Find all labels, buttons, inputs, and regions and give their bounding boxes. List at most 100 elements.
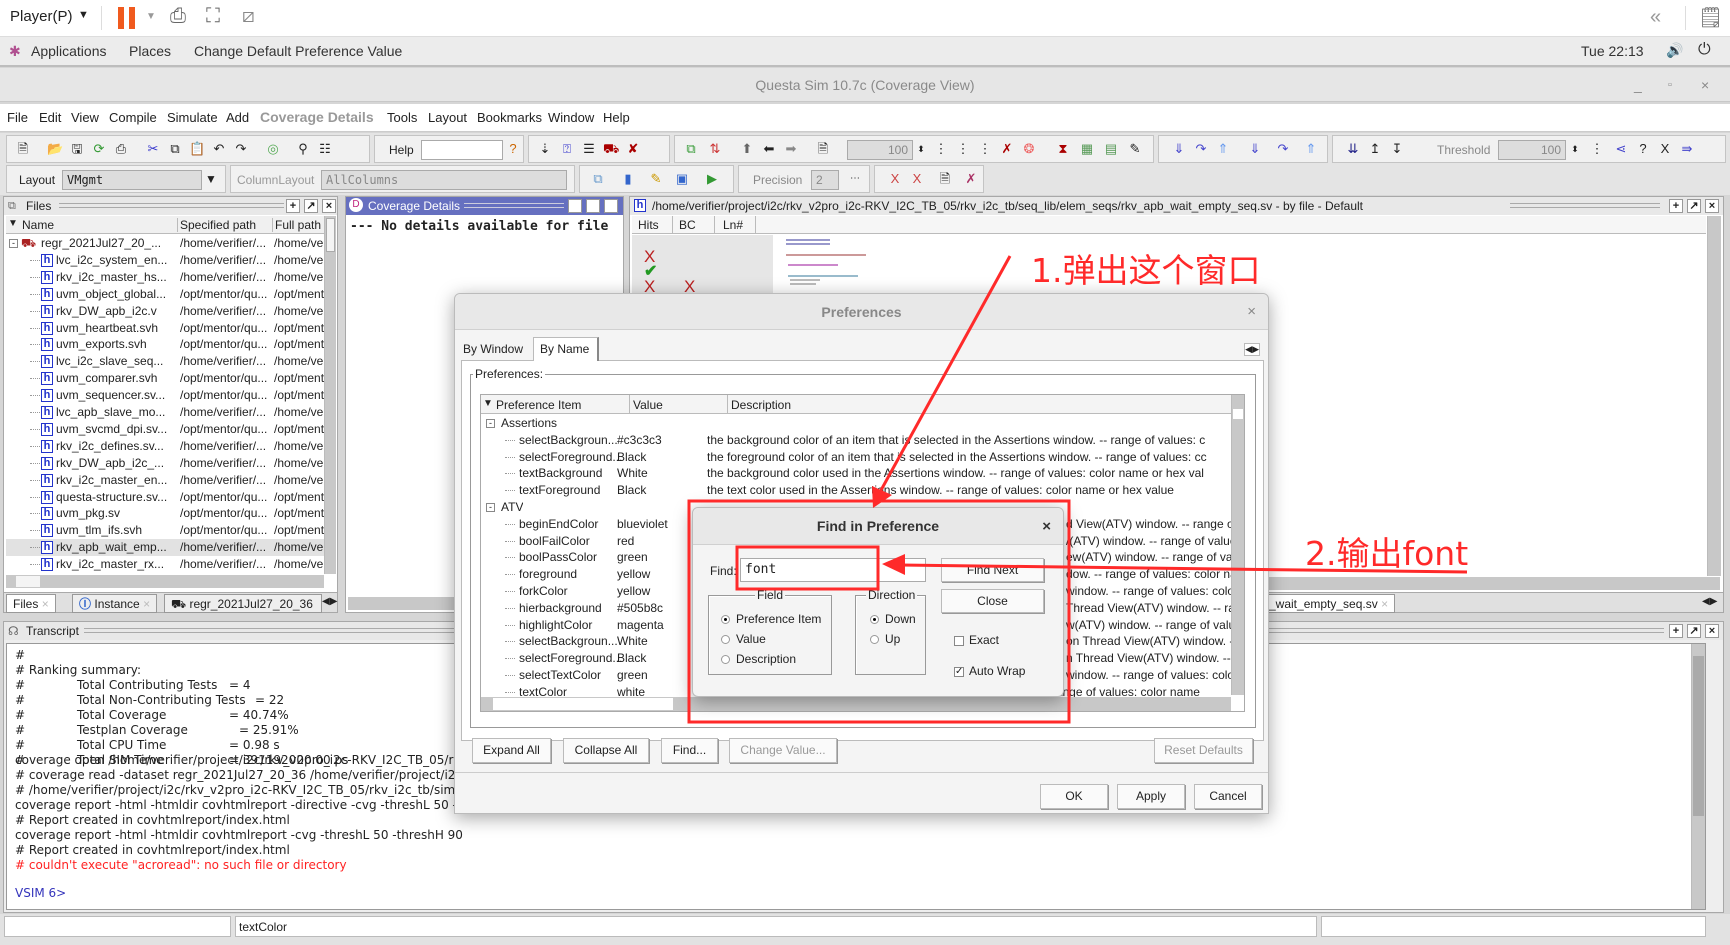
filter-icon[interactable]: ⇅ <box>707 141 723 157</box>
list-icon[interactable]: ☰ <box>581 141 597 157</box>
file-row[interactable]: h rkv_i2c_master_en... /home/verifier/... /… <box>6 472 324 489</box>
menu-layout[interactable]: Layout <box>428 110 467 125</box>
sort-icon[interactable]: ▼ <box>8 218 18 229</box>
menu-edit[interactable]: Edit <box>39 110 61 125</box>
unknown-icon[interactable]: ? <box>1635 141 1651 157</box>
file-row[interactable]: h rkv_DW_apb_i2c_... /home/verifier/... /ho… <box>6 455 324 472</box>
volume-icon[interactable]: 🔊 <box>1666 42 1683 59</box>
help-search-input[interactable] <box>421 140 503 160</box>
print-icon[interactable]: ⎙ <box>113 141 129 157</box>
file-row[interactable]: h rkv_i2c_defines.sv... /home/verifier/...… <box>6 438 324 455</box>
close-tab-icon[interactable]: × <box>143 597 150 611</box>
menu-view[interactable]: View <box>71 110 99 125</box>
threshold-bottom-icon[interactable]: ↧ <box>1389 141 1405 157</box>
find-input[interactable]: font <box>740 558 926 582</box>
undo-icon[interactable]: ↶ <box>211 141 227 157</box>
expand-all-button[interactable]: Expand All <box>472 738 551 763</box>
preferences-hscrollbar[interactable] <box>481 697 1231 711</box>
cancel-button[interactable]: Cancel <box>1194 784 1262 809</box>
send-ctrl-alt-del-icon[interactable]: ⎙ <box>170 5 186 28</box>
close-dialog-icon[interactable]: × <box>1247 294 1256 330</box>
tab-regr[interactable]: ⛟ regr_2021Jul27_20_36 <box>164 594 322 613</box>
vsim-prompt[interactable]: VSIM 6> <box>15 886 66 901</box>
undock-icon[interactable]: ↗ <box>1687 199 1701 213</box>
cut-icon[interactable]: ✂ <box>145 141 161 157</box>
places-menu[interactable]: Places <box>129 43 171 59</box>
menu-simulate[interactable]: Simulate <box>167 110 218 125</box>
exclude-next-icon[interactable]: X <box>909 171 925 187</box>
clear-icon[interactable]: ❂ <box>1021 141 1037 157</box>
col-hits[interactable]: Hits <box>638 218 659 232</box>
step-into-dropdown-icon[interactable]: ⇓ <box>1247 141 1263 157</box>
radio-value[interactable]: Value <box>721 632 766 646</box>
layout-select[interactable]: VMgmt <box>62 170 202 190</box>
zoom-spinner[interactable]: ⬍ <box>913 141 929 157</box>
file-row[interactable]: h uvm_svcmd_dpi.sv... /opt/mentor/qu... /op… <box>6 421 324 438</box>
cov-tool2-icon[interactable]: ▮ <box>620 171 636 187</box>
reset-defaults-button[interactable]: Reset Defaults <box>1154 738 1253 763</box>
close-tab-icon[interactable]: × <box>1381 597 1388 611</box>
ok-button[interactable]: OK <box>1040 784 1108 809</box>
menu-help[interactable]: Help <box>603 110 630 125</box>
next-icon[interactable]: ⇛ <box>1679 141 1695 157</box>
files-hscrollbar[interactable] <box>6 575 324 588</box>
file-row[interactable]: h questa-structure.sv... /opt/mentor/qu...… <box>6 489 324 506</box>
radio-preference-item[interactable]: Preference Item <box>721 612 821 626</box>
preference-row[interactable]: selectBackgroun... #c3c3c3 the background … <box>481 432 1231 449</box>
dock-icon[interactable]: + <box>1669 199 1683 213</box>
radio-description[interactable]: Description <box>721 652 796 666</box>
undock-icon[interactable]: ↗ <box>304 199 318 213</box>
compile-icon[interactable]: ◎ <box>265 141 281 157</box>
edit-icon[interactable]: ✎ <box>1127 141 1143 157</box>
preference-row[interactable]: textForeground Black the text color used i… <box>481 482 1231 499</box>
menu-file[interactable]: File <box>7 110 28 125</box>
threshold-spinner[interactable]: ⬍ <box>1567 141 1583 157</box>
file-row[interactable]: h rkv_DW_apb_i2c.v/home/verifier/... /home… <box>6 303 324 320</box>
file-row[interactable]: - ⛟ regr_2021Jul27_20_... /home/verifier/..… <box>6 235 324 252</box>
cov-tool3-icon[interactable]: ✎ <box>648 171 664 187</box>
files-vscrollbar[interactable] <box>324 216 336 574</box>
tab-files[interactable]: Files × <box>6 594 56 613</box>
cov-tool5-icon[interactable]: ▶ <box>704 171 720 187</box>
step-over-icon[interactable]: ↷ <box>1193 141 1209 157</box>
dock-icon[interactable]: + <box>1669 624 1683 638</box>
chart-icon[interactable]: ▦ <box>1079 141 1095 157</box>
sort-icon[interactable]: ▼ <box>483 398 493 409</box>
col-ln[interactable]: Ln# <box>714 216 756 234</box>
collapse-icon[interactable]: - <box>9 239 18 248</box>
threshold-down-icon[interactable]: ⇊ <box>1345 141 1361 157</box>
col-description[interactable]: Description <box>727 395 791 414</box>
close-dialog-icon[interactable]: × <box>1042 508 1051 545</box>
open-icon[interactable]: 📂 <box>47 141 63 157</box>
preference-group-row[interactable]: - Assertions <box>481 415 1231 432</box>
clear-exclusions-icon[interactable]: ✗ <box>963 171 979 187</box>
step-out-all-icon[interactable]: ⇑ <box>1303 141 1319 157</box>
ellipsis-icon[interactable]: ⋮ <box>1589 141 1605 157</box>
clock[interactable]: Tue 22:13 <box>1581 43 1644 59</box>
undock-icon[interactable]: ↗ <box>1687 624 1701 638</box>
notes-icon[interactable]: 🗒 <box>1698 5 1723 30</box>
active-app-menu[interactable]: Change Default Preference Value <box>194 43 402 59</box>
column-layout-select[interactable]: AllColumns <box>321 170 567 190</box>
toggle-icon[interactable]: X <box>1657 141 1673 157</box>
threshold-up-icon[interactable]: ↥ <box>1367 141 1383 157</box>
undock-icon[interactable]: ↗ <box>586 199 600 213</box>
tab-by-window[interactable]: By Window <box>461 339 531 361</box>
exclude-icon[interactable]: ✗ <box>999 141 1015 157</box>
hourglass-icon[interactable]: ⧗ <box>1055 141 1071 157</box>
list-down-icon[interactable]: ⋮ <box>933 141 949 157</box>
left-arrow-icon[interactable]: ⬅ <box>761 141 777 157</box>
col-name[interactable]: Name <box>22 218 54 232</box>
dock-icon[interactable]: + <box>286 199 300 213</box>
restart-icon[interactable]: ⛟ <box>603 141 619 157</box>
auto-wrap-checkbox[interactable]: ✓ Auto Wrap <box>954 664 1025 678</box>
preference-row[interactable]: selectForeground... Black the foreground c… <box>481 449 1231 466</box>
file-row[interactable]: h lvc_apb_slave_mo... /home/verifier/... /h… <box>6 404 324 421</box>
threshold-input[interactable]: 100 <box>1498 140 1566 160</box>
collapse-icon[interactable]: - <box>486 503 495 512</box>
step-into-icon[interactable]: ⇓ <box>1171 141 1187 157</box>
col-preference-item[interactable]: Preference Item <box>496 398 581 412</box>
col-value[interactable]: Value <box>629 395 663 414</box>
close-window-icon[interactable]: × <box>1701 68 1709 102</box>
step-over-dropdown-icon[interactable]: ↷ <box>1275 141 1291 157</box>
